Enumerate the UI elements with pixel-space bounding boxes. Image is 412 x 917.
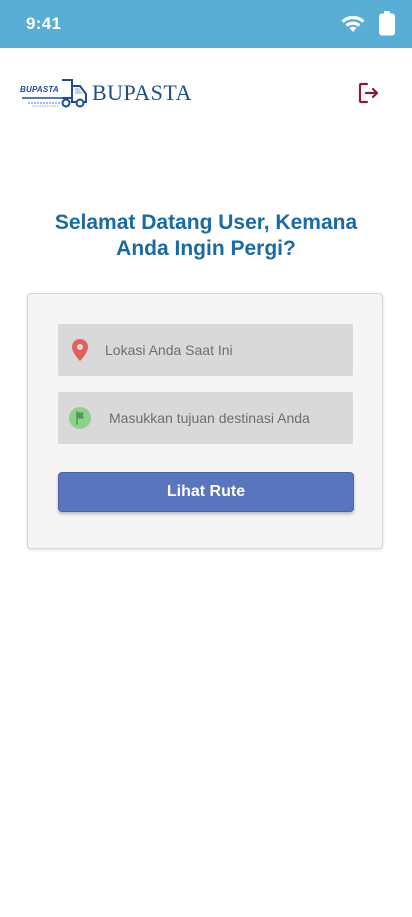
- logout-button[interactable]: [356, 80, 382, 106]
- app-header: BUPASTA BUPASTA: [0, 48, 412, 140]
- destination-input[interactable]: [107, 409, 341, 427]
- flag-icon: [69, 407, 91, 429]
- view-route-button[interactable]: Lihat Rute: [58, 472, 354, 512]
- origin-field[interactable]: [58, 324, 353, 376]
- truck-logo-icon: BUPASTA: [20, 76, 90, 110]
- battery-icon: [378, 11, 396, 42]
- logout-icon: [358, 82, 379, 104]
- welcome-heading: Selamat Datang User, Kemana Anda Ingin P…: [0, 210, 412, 262]
- wifi-icon: [340, 14, 366, 39]
- status-icons: [340, 11, 396, 42]
- status-time: 9:41: [26, 14, 62, 33]
- welcome-line-2: Anda Ingin Pergi?: [116, 237, 296, 260]
- logo-wordmark: BUPASTA: [92, 80, 192, 105]
- welcome-line-1: Selamat Datang User, Kemana: [54, 211, 358, 234]
- route-form-card: Lihat Rute: [27, 293, 383, 549]
- bupasta-logo[interactable]: BUPASTA BUPASTA: [20, 76, 192, 110]
- status-bar: 9:41: [0, 0, 412, 48]
- logo-badge-text: BUPASTA: [20, 85, 59, 94]
- destination-field[interactable]: [58, 392, 353, 444]
- origin-input[interactable]: [103, 341, 337, 359]
- map-pin-icon: [69, 339, 91, 361]
